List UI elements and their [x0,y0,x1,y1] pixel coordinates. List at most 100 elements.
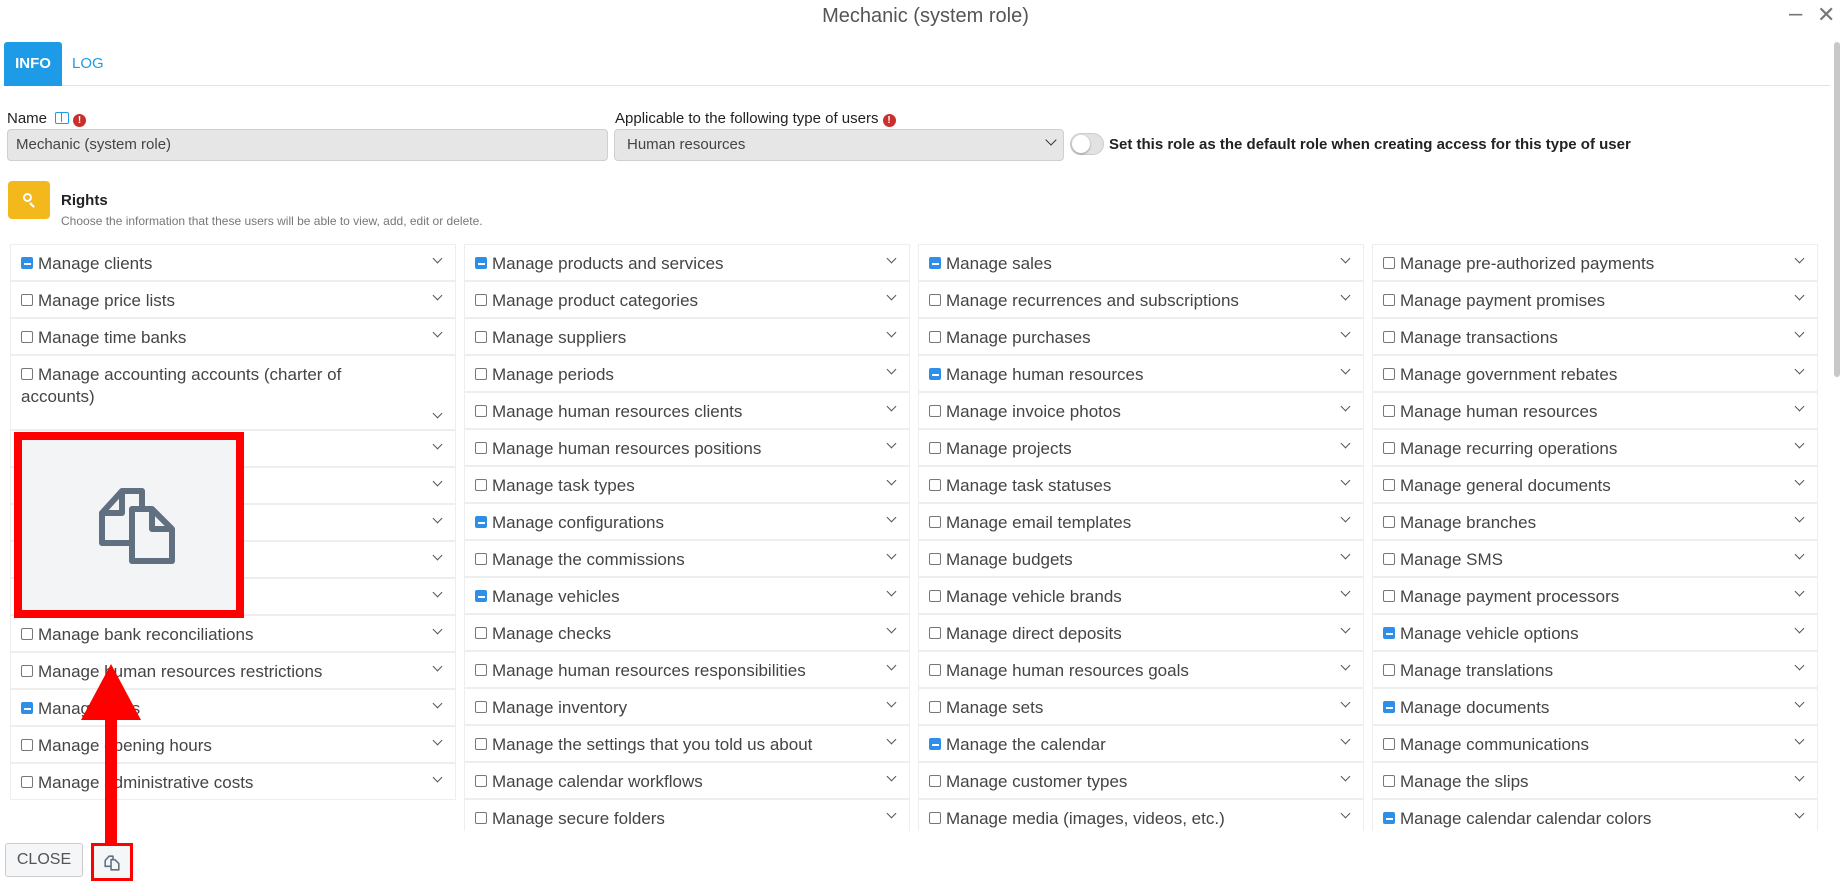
right-item[interactable]: Manage suppliers [464,318,910,355]
tab-log[interactable]: LOG [72,42,104,86]
right-checkbox[interactable] [21,628,33,640]
right-checkbox[interactable] [929,590,941,602]
right-item[interactable]: Manage bank reconciliations [10,615,456,652]
chevron-down-icon[interactable] [1340,734,1351,745]
right-checkbox[interactable] [475,553,487,565]
right-checkbox[interactable] [475,294,487,306]
right-checkbox[interactable] [1383,368,1395,380]
chevron-down-icon[interactable] [432,327,443,338]
right-checkbox[interactable] [929,701,941,713]
right-checkbox[interactable] [1383,331,1395,343]
chevron-down-icon[interactable] [1794,808,1805,819]
minimize-icon[interactable]: – [1789,0,1802,28]
right-checkbox[interactable] [475,590,487,602]
chevron-down-icon[interactable] [886,438,897,449]
right-item[interactable]: Manage documents [1372,688,1818,725]
chevron-down-icon[interactable] [886,475,897,486]
chevron-down-icon[interactable] [432,253,443,264]
right-item[interactable]: Manage products and services [464,244,910,281]
chevron-down-icon[interactable] [432,290,443,301]
right-checkbox[interactable] [929,775,941,787]
right-checkbox[interactable] [21,665,33,677]
right-checkbox[interactable] [475,331,487,343]
right-item[interactable]: Manage general documents [1372,466,1818,503]
right-item[interactable]: Manage vehicle brands [918,577,1364,614]
right-item[interactable]: Manage human resources restrictions [10,652,456,689]
right-checkbox[interactable] [1383,442,1395,454]
right-item[interactable]: Manage invoice photos [918,392,1364,429]
chevron-down-icon[interactable] [1794,586,1805,597]
right-item[interactable]: Manage configurations [464,503,910,540]
right-item[interactable]: Manage sets [918,688,1364,725]
right-checkbox[interactable] [1383,590,1395,602]
right-checkbox[interactable] [475,405,487,417]
chevron-down-icon[interactable] [886,290,897,301]
chevron-down-icon[interactable] [886,327,897,338]
chevron-down-icon[interactable] [1340,623,1351,634]
chevron-down-icon[interactable] [432,661,443,672]
chevron-down-icon[interactable] [1340,549,1351,560]
right-item[interactable]: Manage product categories [464,281,910,318]
chevron-down-icon[interactable] [1340,512,1351,523]
right-checkbox[interactable] [1383,257,1395,269]
right-checkbox[interactable] [1383,775,1395,787]
right-item[interactable]: Manage task types [464,466,910,503]
right-item[interactable]: Manage government rebates [1372,355,1818,392]
right-item[interactable]: Manage media (images, videos, etc.) [918,799,1364,831]
name-field[interactable]: Mechanic (system role) [7,129,608,161]
chevron-down-icon[interactable] [1340,660,1351,671]
chevron-down-icon[interactable] [886,512,897,523]
right-item[interactable]: Manage recurring operations [1372,429,1818,466]
right-checkbox[interactable] [21,257,33,269]
right-checkbox[interactable] [1383,812,1395,824]
right-item[interactable]: Manage inventory [464,688,910,725]
right-checkbox[interactable] [475,257,487,269]
right-item[interactable]: Manage purchases [918,318,1364,355]
chevron-down-icon[interactable] [886,401,897,412]
chevron-down-icon[interactable] [886,364,897,375]
right-item[interactable]: Manage administrative costs [10,763,456,800]
chevron-down-icon[interactable] [432,587,443,598]
chevron-down-icon[interactable] [432,513,443,524]
right-checkbox[interactable] [1383,516,1395,528]
right-checkbox[interactable] [929,368,941,380]
right-checkbox[interactable] [21,368,33,380]
right-checkbox[interactable] [21,331,33,343]
users-type-select[interactable]: Human resources [614,129,1064,161]
close-button[interactable]: CLOSE [5,843,83,877]
search-rights-button[interactable] [8,181,50,219]
right-item[interactable]: Manage communications [1372,725,1818,762]
chevron-down-icon[interactable] [1794,290,1805,301]
right-item[interactable]: Manage calendar calendar colors [1372,799,1818,831]
chevron-down-icon[interactable] [432,624,443,635]
chevron-down-icon[interactable] [1340,290,1351,301]
chevron-down-icon[interactable] [1340,586,1351,597]
right-item[interactable]: Manage sales [918,244,1364,281]
right-item[interactable]: Manage task statuses [918,466,1364,503]
right-item[interactable]: Manage customer types [918,762,1364,799]
right-item[interactable]: Manage checks [464,614,910,651]
right-item[interactable]: Manage budgets [918,540,1364,577]
chevron-down-icon[interactable] [1340,327,1351,338]
right-checkbox[interactable] [929,257,941,269]
chevron-down-icon[interactable] [1794,253,1805,264]
right-item[interactable]: Manage direct deposits [918,614,1364,651]
right-checkbox[interactable] [21,776,33,788]
right-checkbox[interactable] [475,775,487,787]
right-checkbox[interactable] [475,812,487,824]
chevron-down-icon[interactable] [1794,512,1805,523]
right-item[interactable]: Manage pre-authorized payments [1372,244,1818,281]
chevron-down-icon[interactable] [1794,327,1805,338]
chevron-down-icon[interactable] [1340,401,1351,412]
right-checkbox[interactable] [929,812,941,824]
right-checkbox[interactable] [929,331,941,343]
right-checkbox[interactable] [1383,553,1395,565]
right-item[interactable]: Manage accounting accounts (charter of a… [10,355,456,430]
right-item[interactable]: Manage secure folders [464,799,910,831]
chevron-down-icon[interactable] [1340,438,1351,449]
chevron-down-icon[interactable] [432,735,443,746]
chevron-down-icon[interactable] [886,549,897,560]
chevron-down-icon[interactable] [432,772,443,783]
chevron-down-icon[interactable] [1794,475,1805,486]
right-checkbox[interactable] [21,739,33,751]
